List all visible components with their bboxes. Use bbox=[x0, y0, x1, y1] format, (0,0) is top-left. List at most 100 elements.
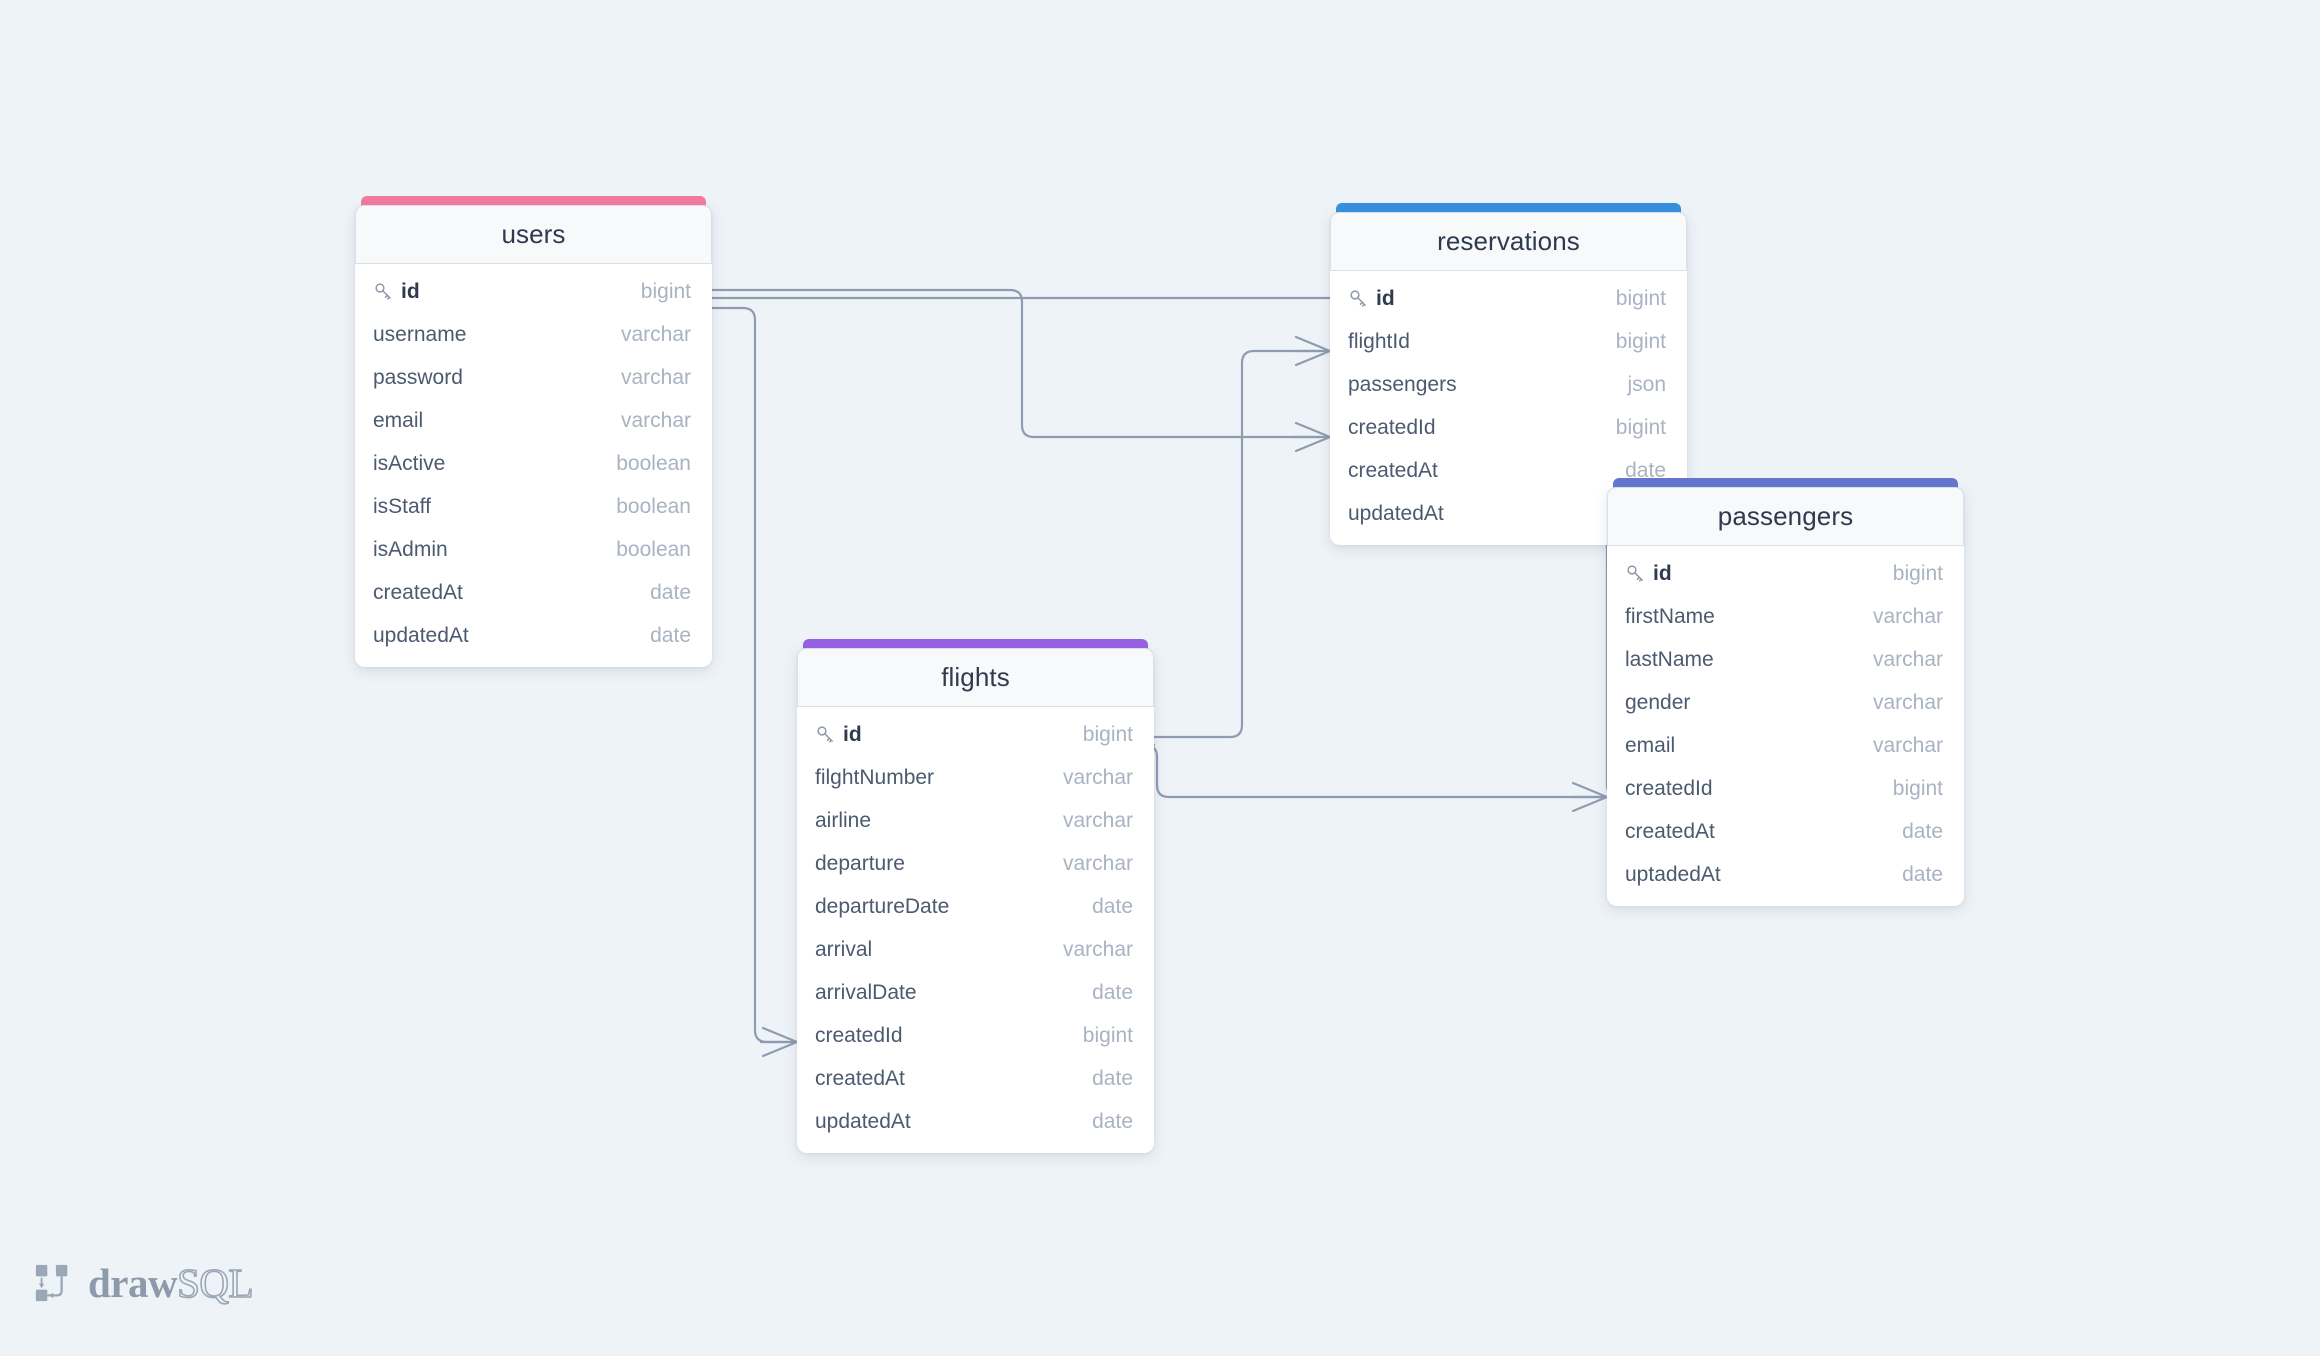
column-type: bigint bbox=[1615, 329, 1666, 353]
column-label: passengers bbox=[1348, 372, 1457, 396]
column-type: boolean bbox=[616, 537, 691, 561]
column-label: updatedAt bbox=[815, 1109, 911, 1133]
column-type: date bbox=[1092, 980, 1133, 1004]
column-type: varchar bbox=[1872, 733, 1943, 757]
column-label: isStaff bbox=[373, 494, 431, 518]
table-passengers[interactable]: passengers id bigint firstName varchar l… bbox=[1607, 478, 1964, 906]
column-row[interactable]: departure varchar bbox=[797, 842, 1154, 885]
column-row[interactable]: lastName varchar bbox=[1607, 638, 1964, 681]
column-label: gender bbox=[1625, 690, 1691, 714]
column-label: createdAt bbox=[373, 580, 463, 604]
column-name-cell: id bbox=[815, 723, 862, 747]
column-row[interactable]: createdId bigint bbox=[1607, 767, 1964, 810]
logo-text-primary: draw bbox=[88, 1260, 178, 1306]
column-label: flightId bbox=[1348, 329, 1410, 353]
edge-flights-reservations bbox=[1152, 349, 1322, 739]
column-label: filghtNumber bbox=[815, 765, 935, 789]
column-type: varchar bbox=[620, 365, 691, 389]
column-row[interactable]: id bigint bbox=[1330, 277, 1687, 320]
column-label: id bbox=[1376, 286, 1395, 310]
primary-key-icon bbox=[1350, 290, 1366, 307]
diagram-canvas[interactable]: users id bigint username varchar passwor… bbox=[0, 0, 2320, 1356]
column-row[interactable]: arrivalDate date bbox=[797, 971, 1154, 1014]
column-row[interactable]: firstName varchar bbox=[1607, 595, 1964, 638]
column-list: id bigint filghtNumber varchar airline v… bbox=[797, 707, 1154, 1153]
column-type: bigint bbox=[1615, 286, 1666, 310]
column-row[interactable]: arrival varchar bbox=[797, 928, 1154, 971]
table-users[interactable]: users id bigint username varchar passwor… bbox=[355, 196, 712, 667]
column-label: updatedAt bbox=[373, 623, 469, 647]
column-row[interactable]: createdId bigint bbox=[797, 1014, 1154, 1057]
column-label: createdAt bbox=[1625, 819, 1715, 843]
column-row[interactable]: updatedAt date bbox=[355, 614, 712, 657]
column-row[interactable]: filghtNumber varchar bbox=[797, 756, 1154, 799]
column-row[interactable]: flightId bigint bbox=[1330, 320, 1687, 363]
column-type: bigint bbox=[1082, 722, 1133, 746]
column-label: isAdmin bbox=[373, 537, 448, 561]
column-row[interactable]: isStaff boolean bbox=[355, 485, 712, 528]
column-row[interactable]: uptadedAt date bbox=[1607, 853, 1964, 896]
column-type: date bbox=[1902, 819, 1943, 843]
column-type: date bbox=[1092, 894, 1133, 918]
column-label: createdId bbox=[815, 1023, 903, 1047]
column-label: arrivalDate bbox=[815, 980, 917, 1004]
column-label: id bbox=[401, 279, 420, 303]
logo-text-secondary: SQL bbox=[176, 1260, 254, 1306]
column-name-cell: id bbox=[1625, 562, 1672, 586]
column-row[interactable]: id bigint bbox=[1607, 552, 1964, 595]
column-label: departure bbox=[815, 851, 905, 875]
column-label: uptadedAt bbox=[1625, 862, 1721, 886]
primary-key-icon bbox=[375, 283, 391, 300]
column-type: boolean bbox=[616, 451, 691, 475]
column-type: varchar bbox=[1062, 851, 1133, 875]
column-row[interactable]: email varchar bbox=[355, 399, 712, 442]
column-type: json bbox=[1627, 372, 1666, 396]
column-row[interactable]: id bigint bbox=[797, 713, 1154, 756]
table-flights[interactable]: flights id bigint filghtNumber varchar a… bbox=[797, 639, 1154, 1153]
column-type: date bbox=[1092, 1109, 1133, 1133]
column-label: departureDate bbox=[815, 894, 950, 918]
crowsfoot-flights-createdid bbox=[759, 1026, 799, 1058]
column-label: firstName bbox=[1625, 604, 1715, 628]
column-row[interactable]: createdAt date bbox=[797, 1057, 1154, 1100]
crowsfoot-reservations-flightid bbox=[1292, 335, 1332, 367]
column-label: createdId bbox=[1625, 776, 1713, 800]
column-label: id bbox=[843, 722, 862, 746]
column-label: id bbox=[1653, 561, 1672, 585]
edge-users-reservations bbox=[710, 288, 1322, 439]
column-type: varchar bbox=[620, 408, 691, 432]
column-type: boolean bbox=[616, 494, 691, 518]
column-row[interactable]: passengers json bbox=[1330, 363, 1687, 406]
column-row[interactable]: createdAt date bbox=[1607, 810, 1964, 853]
column-row[interactable]: departureDate date bbox=[797, 885, 1154, 928]
edge-users-flights bbox=[710, 306, 792, 1044]
column-label: createdId bbox=[1348, 415, 1436, 439]
column-row[interactable]: password varchar bbox=[355, 356, 712, 399]
column-type: varchar bbox=[1062, 937, 1133, 961]
relationship-edges bbox=[710, 288, 1621, 1058]
column-row[interactable]: updatedAt date bbox=[797, 1100, 1154, 1143]
column-row[interactable]: email varchar bbox=[1607, 724, 1964, 767]
column-row[interactable]: isActive boolean bbox=[355, 442, 712, 485]
column-label: airline bbox=[815, 808, 872, 832]
column-row[interactable]: id bigint bbox=[355, 270, 712, 313]
column-list: id bigint username varchar password varc… bbox=[355, 264, 712, 667]
drawsql-logo: drawSQL bbox=[33, 1260, 254, 1306]
column-name-cell: id bbox=[1348, 287, 1395, 311]
column-row[interactable]: createdId bigint bbox=[1330, 406, 1687, 449]
column-type: bigint bbox=[1892, 561, 1943, 585]
column-row[interactable]: airline varchar bbox=[797, 799, 1154, 842]
column-type: date bbox=[1092, 1066, 1133, 1090]
column-type: varchar bbox=[1062, 808, 1133, 832]
column-type: date bbox=[1902, 862, 1943, 886]
column-row[interactable]: createdAt date bbox=[355, 571, 712, 614]
table-title: users bbox=[355, 205, 712, 264]
column-row[interactable]: username varchar bbox=[355, 313, 712, 356]
column-type: bigint bbox=[1615, 415, 1666, 439]
column-row[interactable]: gender varchar bbox=[1607, 681, 1964, 724]
column-label: createdAt bbox=[815, 1066, 905, 1090]
table-title: passengers bbox=[1607, 487, 1964, 546]
column-type: varchar bbox=[1062, 765, 1133, 789]
column-row[interactable]: isAdmin boolean bbox=[355, 528, 712, 571]
column-list: id bigint firstName varchar lastName var… bbox=[1607, 546, 1964, 906]
